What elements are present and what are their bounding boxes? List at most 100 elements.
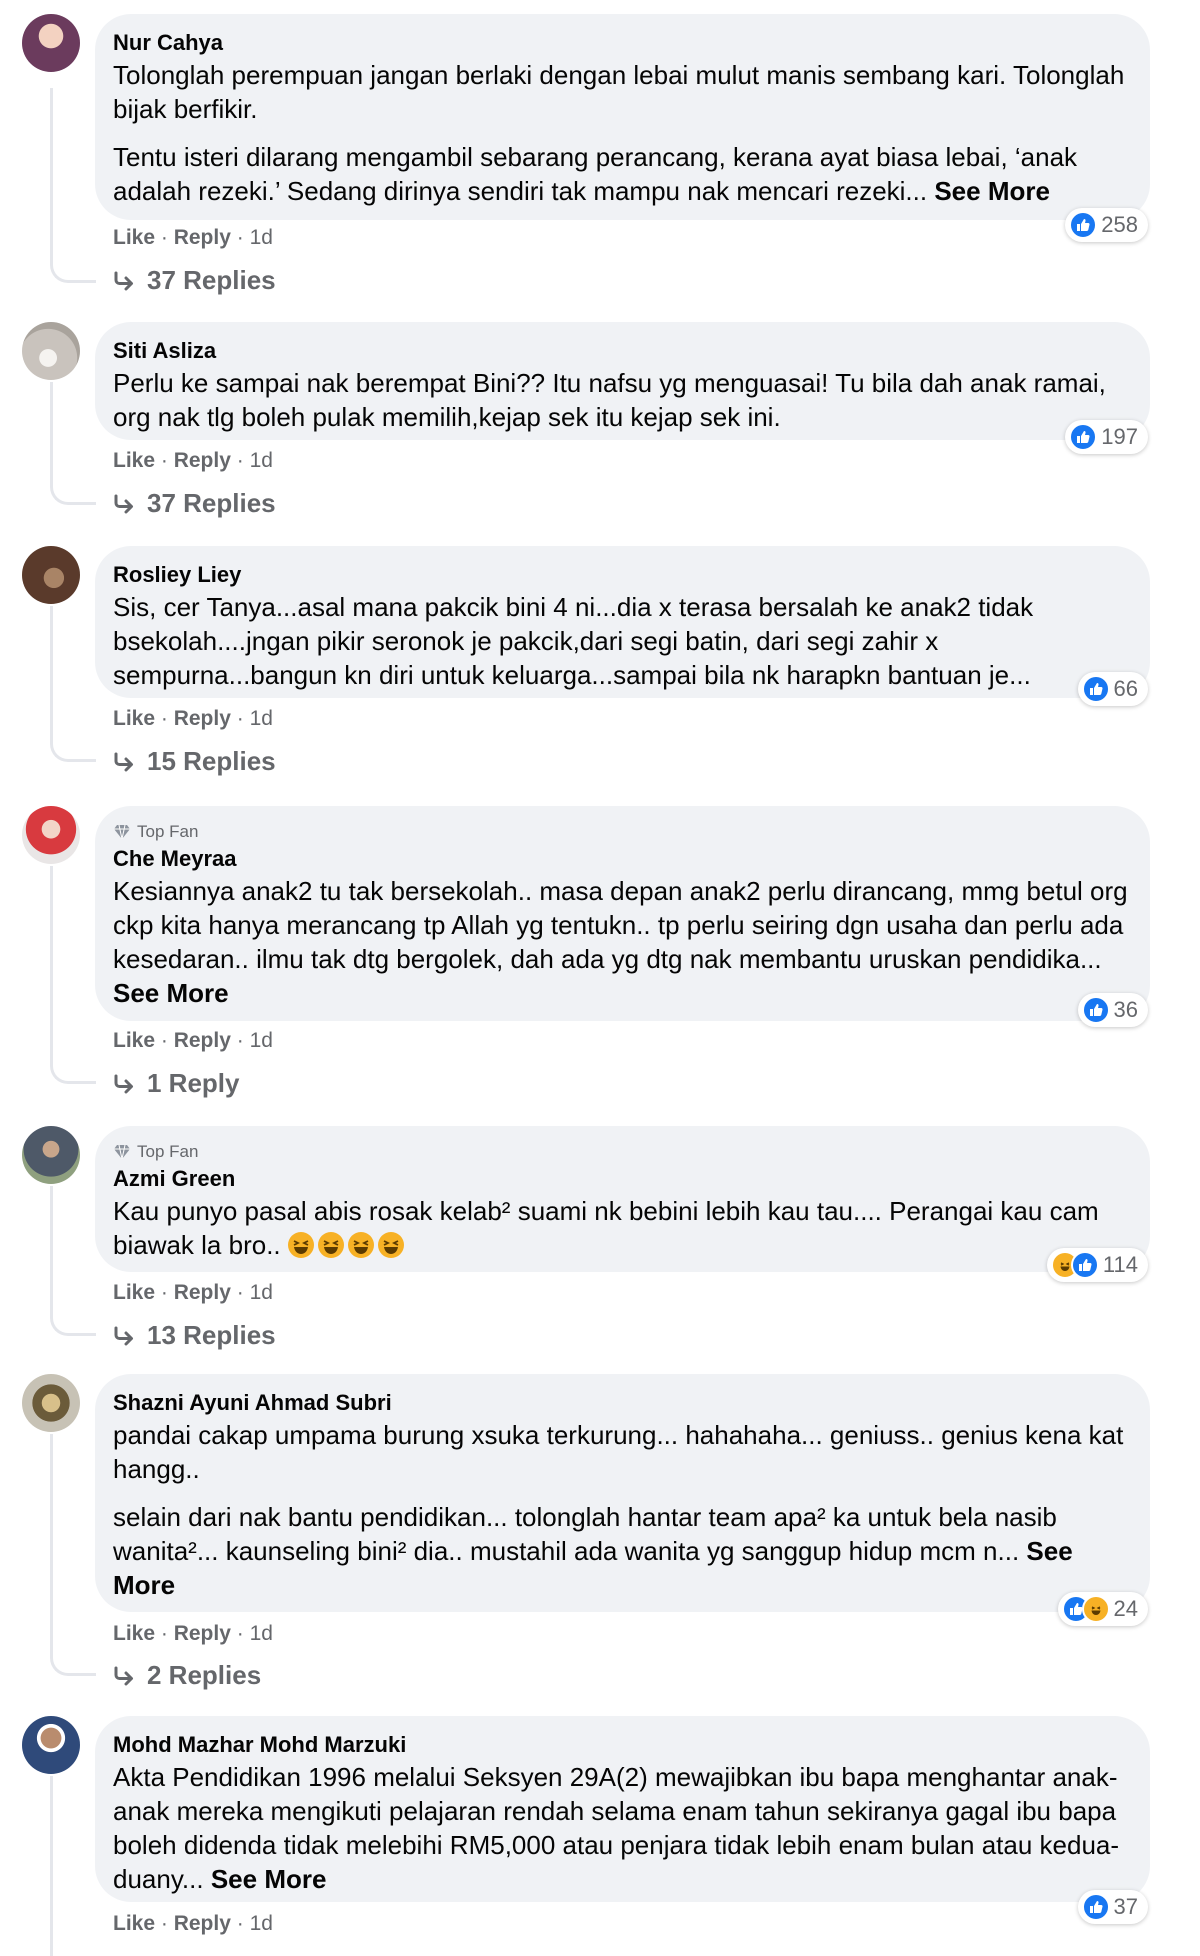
reaction-count: 258 (1101, 212, 1138, 237)
reaction-summary[interactable]: 66 (1077, 672, 1148, 706)
like-button[interactable]: Like (113, 226, 155, 249)
comment-paragraph: Sis, cer Tanya...asal mana pakcik bini 4… (113, 592, 1034, 690)
comment-text: Tolonglah perempuan jangan berlaki denga… (113, 58, 1130, 208)
comment-author[interactable]: Shazni Ayuni Ahmad Subri (113, 1388, 1130, 1418)
reply-arrow-icon (114, 1326, 133, 1345)
comment-actions: Like · Reply · 1d (113, 1622, 273, 1645)
like-button[interactable]: Like (113, 1622, 155, 1645)
reaction-count: 114 (1102, 1252, 1138, 1277)
thread-line (50, 866, 96, 1084)
like-button[interactable]: Like (113, 707, 155, 730)
laughing-emoji-icon (347, 1232, 374, 1258)
avatar[interactable] (22, 322, 80, 380)
replies-label: 37 Replies (147, 265, 276, 295)
comment-timestamp[interactable]: 1d (250, 1281, 273, 1304)
see-more-link[interactable]: See More (934, 176, 1050, 206)
reaction-count: 66 (1113, 676, 1138, 701)
comment-author[interactable]: Nur Cahya (113, 28, 1130, 58)
like-button[interactable]: Like (113, 1029, 155, 1052)
avatar[interactable] (22, 14, 80, 72)
reply-button[interactable]: Reply (174, 449, 231, 472)
reply-button[interactable]: Reply (174, 1281, 231, 1304)
reply-button[interactable]: Reply (174, 1029, 231, 1052)
reply-button[interactable]: Reply (174, 226, 231, 249)
comment-actions: Like · Reply · 1d (113, 1912, 273, 1935)
view-replies-button[interactable]: 13 Replies (113, 1320, 276, 1351)
reply-button[interactable]: Reply (174, 1912, 231, 1935)
avatar[interactable] (22, 806, 80, 864)
comment-actions: Like · Reply · 1d (113, 226, 273, 249)
badge-label: Top Fan (137, 1142, 199, 1161)
comment-text: Sis, cer Tanya...asal mana pakcik bini 4… (113, 590, 1130, 692)
reply-arrow-icon (114, 271, 133, 290)
comment-actions: Like · Reply · 1d (113, 449, 273, 472)
comment-bubble: Top Fan Azmi Green Kau punyo pasal abis … (95, 1126, 1150, 1282)
thread-line (50, 1434, 96, 1676)
comment-paragraph: Akta Pendidikan 1996 melalui Seksyen 29A… (113, 1760, 1130, 1896)
reply-arrow-icon (114, 1074, 133, 1093)
comment-bubble: Mohd Mazhar Mohd Marzuki Akta Pendidikan… (95, 1716, 1150, 1924)
comment-timestamp[interactable]: 1d (250, 707, 273, 730)
comment-author[interactable]: Che Meyraa (113, 844, 1130, 874)
reaction-summary[interactable]: 197 (1065, 420, 1148, 454)
comment-timestamp[interactable]: 1d (250, 1622, 273, 1645)
comment-author[interactable]: Mohd Mazhar Mohd Marzuki (113, 1730, 1130, 1760)
reply-button[interactable]: Reply (174, 707, 231, 730)
replies-label: 37 Replies (147, 488, 276, 518)
avatar[interactable] (22, 546, 80, 604)
comment-actions: Like · Reply · 1d (113, 1029, 273, 1052)
comment-text: Perlu ke sampai nak berempat Bini?? Itu … (113, 366, 1130, 434)
avatar[interactable] (22, 1374, 80, 1432)
comment-timestamp[interactable]: 1d (250, 449, 273, 472)
comment-paragraph: selain dari nak bantu pendidikan... tolo… (113, 1500, 1130, 1602)
reaction-summary[interactable]: 37 (1077, 1890, 1148, 1924)
reaction-summary[interactable]: 114 (1046, 1248, 1148, 1282)
see-more-link[interactable]: See More (211, 1864, 327, 1894)
comment-actions: Like · Reply · 1d (113, 707, 273, 730)
like-icon (1069, 423, 1098, 451)
like-button[interactable]: Like (113, 449, 155, 472)
view-replies-button[interactable]: 37 Replies (113, 488, 276, 519)
comment-bubble: Nur Cahya Tolonglah perempuan jangan ber… (95, 14, 1150, 242)
comment-paragraph: Kesiannya anak2 tu tak bersekolah.. masa… (113, 874, 1130, 1010)
reaction-summary[interactable]: 36 (1077, 993, 1148, 1027)
avatar[interactable] (22, 1716, 80, 1774)
comment-text: Akta Pendidikan 1996 melalui Seksyen 29A… (113, 1760, 1130, 1896)
reaction-count: 36 (1113, 997, 1138, 1022)
comment-author[interactable]: Siti Asliza (113, 336, 1130, 366)
comment-feed: Nur Cahya Tolonglah perempuan jangan ber… (0, 0, 1200, 1956)
comment-paragraph: Perlu ke sampai nak berempat Bini?? Itu … (113, 368, 1106, 432)
replies-label: 13 Replies (147, 1320, 276, 1350)
badge-label: Top Fan (137, 822, 199, 841)
comment-author[interactable]: Rosliey Liey (113, 560, 1130, 590)
see-more-link[interactable]: See More (113, 978, 229, 1008)
view-replies-button[interactable]: 1 Reply (113, 1068, 240, 1099)
comment-timestamp[interactable]: 1d (250, 1912, 273, 1935)
comment-paragraph-text: Kau punyo pasal abis rosak kelab² suami … (113, 1196, 1099, 1260)
reaction-summary[interactable]: 24 (1057, 1592, 1148, 1626)
comment-text: pandai cakap umpama burung xsuka terkuru… (113, 1418, 1130, 1602)
like-button[interactable]: Like (113, 1281, 155, 1304)
replies-label: 2 Replies (147, 1660, 262, 1690)
comment-bubble: Top Fan Che Meyraa Kesiannya anak2 tu ta… (95, 806, 1150, 1027)
reply-button[interactable]: Reply (174, 1622, 231, 1645)
comment-timestamp[interactable]: 1d (250, 226, 273, 249)
comment-text: Kau punyo pasal abis rosak kelab² suami … (113, 1194, 1130, 1262)
comment-author[interactable]: Azmi Green (113, 1164, 1130, 1194)
comment-paragraph: Tolonglah perempuan jangan berlaki denga… (113, 60, 1125, 124)
comment-timestamp[interactable]: 1d (250, 1029, 273, 1052)
like-button[interactable]: Like (113, 1912, 155, 1935)
reaction-summary[interactable]: 258 (1065, 208, 1148, 242)
laughing-emoji-icon (287, 1232, 314, 1258)
view-replies-button[interactable]: 15 Replies (113, 746, 276, 777)
comment-paragraph: pandai cakap umpama burung xsuka terkuru… (113, 1420, 1124, 1484)
avatar[interactable] (22, 1126, 80, 1184)
view-replies-button[interactable]: 37 Replies (113, 265, 276, 296)
comment-paragraph-text: selain dari nak bantu pendidikan... tolo… (113, 1502, 1057, 1566)
view-replies-button[interactable]: 2 Replies (113, 1660, 261, 1691)
top-fan-badge[interactable]: Top Fan (113, 1140, 1130, 1164)
comment-paragraph: Tentu isteri dilarang mengambil sebarang… (113, 140, 1130, 208)
top-fan-badge[interactable]: Top Fan (113, 820, 1130, 844)
like-icon (1069, 211, 1098, 239)
comment-paragraph: Kau punyo pasal abis rosak kelab² suami … (113, 1194, 1130, 1262)
